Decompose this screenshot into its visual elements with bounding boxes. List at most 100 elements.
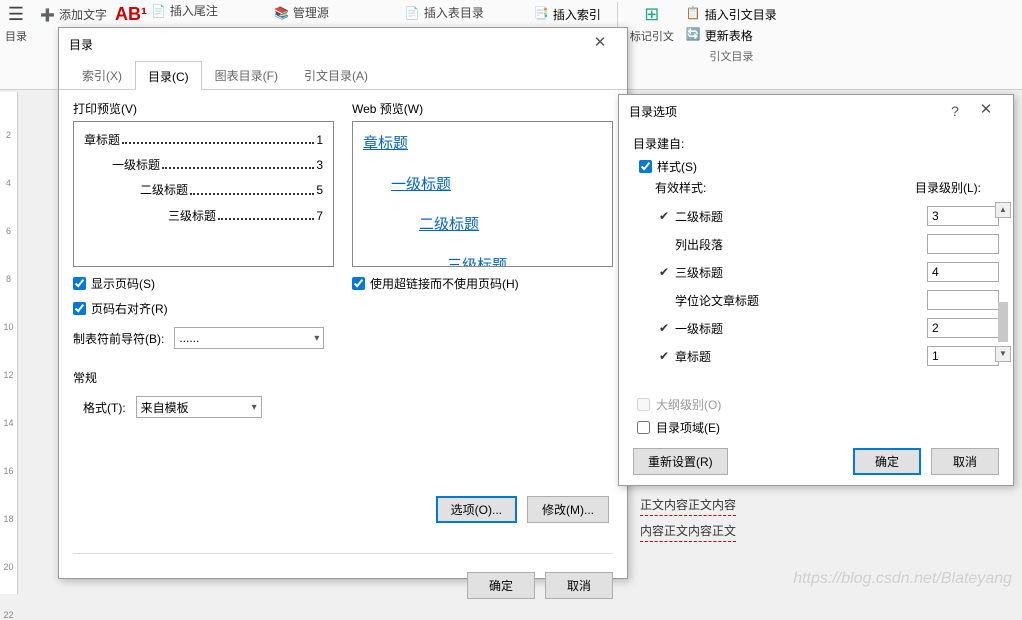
web-preview-link[interactable]: 三级标题 bbox=[363, 250, 602, 268]
web-preview-link[interactable]: 二级标题 bbox=[363, 209, 602, 241]
cancel-button[interactable]: 取消 bbox=[545, 572, 613, 599]
ok-button[interactable]: 确定 bbox=[853, 448, 921, 475]
help-icon[interactable]: ? bbox=[943, 103, 967, 119]
style-name: 三级标题 bbox=[673, 264, 927, 281]
vertical-ruler: 246 81012 141618 2022 bbox=[0, 92, 18, 594]
use-hyperlinks-input[interactable] bbox=[352, 277, 365, 290]
options-button[interactable]: 选项(O)... bbox=[436, 496, 517, 523]
right-align-input[interactable] bbox=[73, 302, 86, 315]
doc-icon: 📄 bbox=[405, 6, 420, 20]
toc-field-label: 目录项域(E) bbox=[656, 419, 720, 436]
format-value: 来自模板 bbox=[141, 399, 189, 416]
web-preview-box[interactable]: 章标题 一级标题 二级标题 三级标题 bbox=[352, 121, 613, 267]
ribbon-group-citation: 引文目录 bbox=[686, 48, 777, 64]
show-page-number-input[interactable] bbox=[73, 277, 86, 290]
style-row: ✔ 三级标题 bbox=[655, 258, 999, 286]
tab-leader-value: ...... bbox=[179, 331, 199, 345]
right-align-checkbox[interactable]: 页码右对齐(R) bbox=[73, 300, 334, 317]
print-preview-box[interactable]: 章标题1 一级标题3 二级标题5 三级标题7 bbox=[73, 121, 334, 267]
tab-index[interactable]: 索引(X) bbox=[69, 60, 135, 89]
ribbon-toc-label: 目录 bbox=[5, 28, 27, 44]
reset-button[interactable]: 重新设置(R) bbox=[633, 448, 728, 475]
ribbon-insert-index[interactable]: 📑 插入索引 bbox=[534, 6, 601, 23]
tab-citation-toc[interactable]: 引文目录(A) bbox=[291, 60, 381, 89]
outline-levels-checkbox[interactable]: 大纲级别(O) bbox=[633, 396, 999, 413]
modify-button[interactable]: 修改(M)... bbox=[527, 496, 609, 523]
toc-field-input[interactable] bbox=[637, 421, 650, 434]
ribbon-toc[interactable]: ☰ 目录 bbox=[4, 2, 28, 44]
check-icon: ✔ bbox=[655, 321, 673, 335]
valid-styles-header: 有效样式: bbox=[655, 179, 706, 196]
outline-levels-label: 大纲级别(O) bbox=[656, 396, 721, 413]
toc-level-header: 目录级别(L): bbox=[915, 179, 995, 196]
use-styles-checkbox[interactable]: 样式(S) bbox=[633, 158, 999, 175]
close-icon[interactable]: ✕ bbox=[583, 31, 617, 57]
ribbon-updtbl-label: 更新表格 bbox=[705, 27, 753, 44]
toc-options-titlebar[interactable]: 目录选项 ? ✕ bbox=[619, 95, 1013, 127]
format-select[interactable]: 来自模板 ▾ bbox=[136, 396, 262, 418]
check-icon: ✔ bbox=[655, 209, 673, 223]
style-name: 章标题 bbox=[673, 348, 927, 365]
print-preview-page: 1 bbox=[316, 128, 323, 153]
print-preview-item: 章标题 bbox=[84, 128, 120, 153]
level-input[interactable] bbox=[927, 262, 999, 282]
use-styles-input[interactable] bbox=[639, 160, 652, 173]
toc-options-dialog: 目录选项 ? ✕ 目录建自: 样式(S) 有效样式: 目录级别(L): ✔ 二级… bbox=[618, 94, 1014, 486]
ribbon-update-table[interactable]: 🔄 更新表格 bbox=[686, 27, 777, 44]
style-list-scrollbar[interactable]: ▲ ▼ bbox=[995, 202, 1011, 362]
cite-icon: 📋 bbox=[686, 6, 701, 23]
toc-field-checkbox[interactable]: 目录项域(E) bbox=[633, 419, 999, 436]
document-text-line-1: 正文内容正文内容 bbox=[640, 496, 736, 516]
ribbon-cite-label: 插入引文目录 bbox=[705, 6, 777, 23]
ribbon-mark-citation[interactable]: ⊞ 标记引文 bbox=[630, 2, 674, 44]
tab-figure-toc[interactable]: 图表目录(F) bbox=[202, 60, 291, 89]
ribbon-insert-citation-toc[interactable]: 📋 插入引文目录 bbox=[686, 6, 777, 23]
web-preview-link[interactable]: 一级标题 bbox=[363, 169, 602, 201]
web-preview-link[interactable]: 章标题 bbox=[363, 128, 602, 160]
toc-icon: ☰ bbox=[4, 2, 28, 26]
build-from-label: 目录建自: bbox=[633, 135, 999, 152]
format-label: 格式(T): bbox=[83, 399, 126, 416]
level-input[interactable] bbox=[927, 346, 999, 366]
tab-toc[interactable]: 目录(C) bbox=[135, 61, 202, 90]
style-name: 二级标题 bbox=[673, 208, 927, 225]
ribbon-add-text-label: 添加文字 bbox=[59, 6, 107, 23]
ribbon-insert-table-toc[interactable]: 📄 插入表目录 bbox=[405, 4, 484, 21]
print-preview-item: 二级标题 bbox=[140, 178, 188, 203]
scroll-up-icon[interactable]: ▲ bbox=[995, 202, 1011, 218]
ribbon-table-toc-label: 插入表目录 bbox=[424, 4, 484, 21]
level-input[interactable] bbox=[927, 318, 999, 338]
refresh-icon: 🔄 bbox=[686, 27, 701, 44]
ribbon-manage-source[interactable]: 📚 管理源 bbox=[274, 4, 329, 21]
toc-dialog-titlebar[interactable]: 目录 ✕ bbox=[59, 28, 627, 60]
check-icon: ✔ bbox=[655, 349, 673, 363]
print-preview-label: 打印预览(V) bbox=[73, 100, 334, 117]
scroll-down-icon[interactable]: ▼ bbox=[995, 346, 1011, 362]
ok-button[interactable]: 确定 bbox=[467, 572, 535, 599]
use-hyperlinks-label: 使用超链接而不使用页码(H) bbox=[370, 275, 519, 292]
ribbon-add-text[interactable]: ➕ 添加文字 bbox=[40, 6, 107, 23]
scroll-thumb[interactable] bbox=[998, 302, 1008, 342]
print-preview-item: 三级标题 bbox=[168, 204, 216, 229]
ribbon-endnote[interactable]: 📄 插入尾注 bbox=[151, 2, 218, 19]
use-styles-label: 样式(S) bbox=[657, 158, 697, 175]
ribbon-index-label: 插入索引 bbox=[553, 6, 601, 23]
endnote-icon: 📄 bbox=[151, 4, 166, 18]
general-section-label: 常规 bbox=[73, 369, 613, 386]
ribbon-footnote[interactable]: AB¹ bbox=[119, 2, 143, 26]
level-input[interactable] bbox=[927, 206, 999, 226]
show-page-number-checkbox[interactable]: 显示页码(S) bbox=[73, 275, 334, 292]
close-icon[interactable]: ✕ bbox=[969, 98, 1003, 124]
style-name: 列出段落 bbox=[673, 236, 927, 253]
cancel-button[interactable]: 取消 bbox=[931, 448, 999, 475]
print-preview-page: 7 bbox=[316, 204, 323, 229]
tab-leader-select[interactable]: ...... ▾ bbox=[174, 327, 324, 349]
level-input[interactable] bbox=[927, 290, 999, 310]
toc-tabs: 索引(X) 目录(C) 图表目录(F) 引文目录(A) bbox=[59, 60, 627, 90]
index-icon: 📑 bbox=[534, 6, 549, 23]
style-list: ✔ 二级标题 列出段落 ✔ 三级标题 学位论文章标题 bbox=[633, 198, 999, 372]
right-align-label: 页码右对齐(R) bbox=[91, 300, 168, 317]
book-icon: 📚 bbox=[274, 6, 289, 20]
use-hyperlinks-checkbox[interactable]: 使用超链接而不使用页码(H) bbox=[352, 275, 613, 292]
level-input[interactable] bbox=[927, 234, 999, 254]
